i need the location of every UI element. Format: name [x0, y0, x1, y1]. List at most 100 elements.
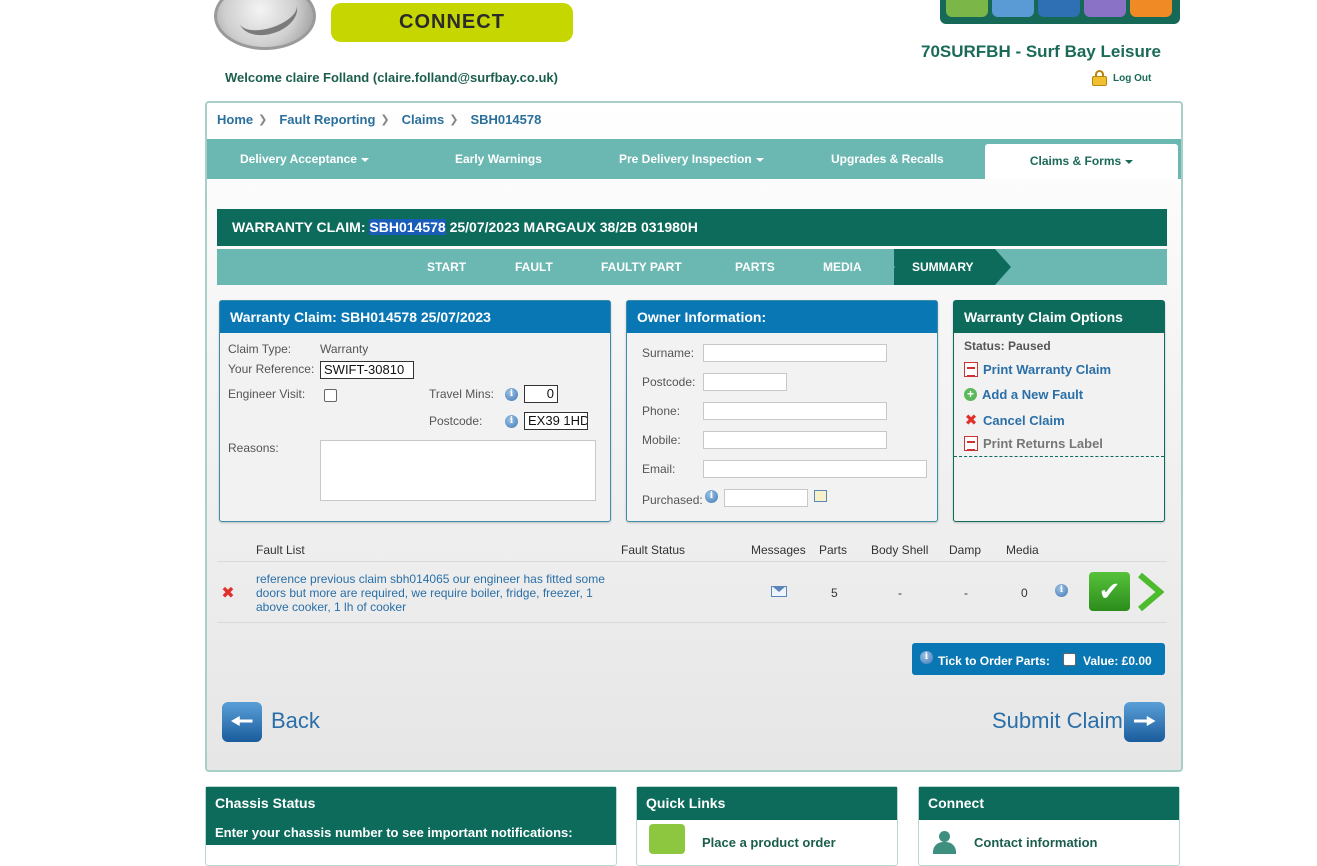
order-value: Value: £0.00 — [1083, 654, 1152, 668]
logout-link[interactable]: Log Out — [1092, 70, 1151, 86]
submit-claim-button[interactable]: Submit Claim — [992, 708, 1123, 734]
tray-icon-3[interactable] — [1038, 0, 1080, 17]
surname-input[interactable] — [703, 344, 887, 362]
caret-down-icon — [755, 157, 764, 162]
header-body-shell: Body Shell — [871, 543, 929, 557]
add-new-fault-link[interactable]: + Add a New Fault — [964, 387, 1083, 402]
step-media[interactable]: MEDIA — [823, 249, 862, 285]
header-media: Media — [1006, 543, 1039, 557]
reasons-textarea[interactable] — [320, 440, 596, 501]
breadcrumb-current[interactable]: SBH014578 — [470, 112, 541, 127]
order-parts-bar: i Tick to Order Parts: Value: £0.00 — [912, 643, 1165, 675]
claim-header-prefix: WARRANTY CLAIM: — [232, 219, 370, 235]
fault-damp: - — [964, 586, 968, 600]
chassis-status-panel: Chassis Status Enter your chassis number… — [205, 786, 617, 866]
dealer-name: 70SURFBH - Surf Bay Leisure — [921, 42, 1161, 61]
claim-type-label: Claim Type: — [228, 342, 292, 356]
owner-postcode-input[interactable] — [703, 373, 787, 391]
mobile-label: Mobile: — [642, 433, 681, 447]
claim-options-box: Warranty Claim Options Status: Paused Pr… — [953, 300, 1165, 522]
step-arrow — [995, 249, 1011, 285]
back-button[interactable]: Back — [271, 708, 320, 734]
chassis-status-title: Chassis Status — [206, 787, 616, 820]
claim-header-ref: SBH014578 — [369, 219, 446, 235]
step-arrow — [879, 249, 895, 285]
caret-down-icon — [360, 157, 369, 162]
calendar-icon[interactable] — [814, 490, 827, 502]
postcode-input[interactable]: EX39 1HD — [524, 412, 588, 430]
pdf-icon — [964, 362, 978, 377]
claim-type-value: Warranty — [320, 342, 369, 356]
info-icon[interactable]: i — [1055, 584, 1068, 597]
postcode-label: Postcode: — [429, 414, 483, 428]
order-parts-checkbox[interactable] — [1063, 653, 1076, 666]
tray-icon-4[interactable] — [1084, 0, 1126, 17]
claim-status: Status: Paused — [964, 339, 1051, 353]
tray-icon-5[interactable] — [1130, 0, 1172, 17]
quick-icon-tray — [940, 0, 1180, 24]
chevron-right-icon: ❯ — [258, 114, 268, 126]
lock-icon — [1092, 70, 1107, 86]
connect-logo: CONNECT — [331, 3, 573, 42]
nav-upgrades-recalls[interactable]: Upgrades & Recalls — [831, 139, 944, 179]
pdf-icon — [964, 436, 978, 451]
info-icon[interactable]: i — [505, 388, 518, 401]
cancel-claim-link[interactable]: ✖ Cancel Claim — [964, 411, 1065, 429]
info-icon[interactable]: i — [705, 490, 718, 503]
chevron-right-icon: ❯ — [449, 114, 459, 126]
checkmark-icon[interactable]: ✔ — [1089, 572, 1130, 611]
reasons-label: Reasons: — [228, 441, 279, 455]
travel-mins-input[interactable]: 0 — [524, 385, 558, 403]
quick-links-title: Quick Links — [637, 787, 897, 820]
order-icon — [649, 824, 685, 854]
header-messages: Messages — [751, 543, 806, 557]
nav-early-warnings[interactable]: Early Warnings — [455, 139, 542, 179]
engineer-visit-checkbox[interactable] — [324, 389, 337, 402]
breadcrumb-fault-reporting[interactable]: Fault Reporting ❯ — [279, 112, 401, 127]
fault-description-link[interactable]: reference previous claim sbh014065 our e… — [256, 572, 611, 614]
email-input[interactable] — [703, 460, 927, 478]
header-damp: Damp — [949, 543, 982, 557]
mobile-input[interactable] — [703, 431, 887, 449]
print-returns-label-link[interactable]: Print Returns Label — [964, 436, 1103, 451]
claim-steps: START FAULT FAULTY PART PARTS MEDIA SUMM… — [217, 249, 1167, 285]
envelope-icon[interactable] — [771, 586, 787, 597]
step-summary[interactable]: SUMMARY — [894, 249, 995, 285]
breadcrumb-claims[interactable]: Claims ❯ — [402, 112, 471, 127]
tray-icon-1[interactable] — [946, 0, 988, 17]
connect-title: Connect — [919, 787, 1179, 820]
surname-label: Surname: — [642, 346, 695, 360]
chevron-right-icon[interactable] — [1136, 572, 1164, 612]
place-product-order-link[interactable]: Place a product order — [702, 835, 836, 850]
nav-claims-forms[interactable]: Claims & Forms — [985, 144, 1178, 179]
info-icon[interactable]: i — [505, 415, 518, 428]
delete-fault-icon[interactable]: ✖ — [221, 583, 235, 603]
contact-information-link[interactable]: Contact information — [974, 835, 1098, 850]
logout-label: Log Out — [1113, 72, 1152, 84]
divider — [954, 456, 1164, 457]
step-parts[interactable]: PARTS — [735, 249, 775, 285]
postcode-label: Postcode: — [642, 375, 696, 389]
step-faulty-part[interactable]: FAULTY PART — [601, 249, 682, 285]
step-start[interactable]: START — [427, 249, 466, 285]
breadcrumb: Home ❯ Fault Reporting ❯ Claims ❯ SBH014578 — [217, 112, 541, 127]
claim-header: WARRANTY CLAIM: SBH014578 25/07/2023 MAR… — [217, 209, 1167, 246]
warranty-claim-title: Warranty Claim: SBH014578 25/07/2023 — [220, 301, 610, 333]
top-navigation: Delivery Acceptance Early Warnings Pre D… — [207, 139, 1181, 179]
phone-input[interactable] — [703, 402, 887, 420]
print-warranty-claim-link[interactable]: Print Warranty Claim — [964, 362, 1111, 377]
nav-delivery-acceptance[interactable]: Delivery Acceptance — [240, 139, 369, 179]
forward-arrow-icon[interactable]: 🠖 — [1124, 702, 1165, 742]
info-icon[interactable]: i — [920, 651, 933, 664]
purchased-label: Purchased: — [642, 493, 703, 507]
tray-icon-2[interactable] — [992, 0, 1034, 17]
breadcrumb-home[interactable]: Home ❯ — [217, 112, 279, 127]
row-divider — [217, 622, 1167, 623]
fault-parts-count: 5 — [831, 586, 838, 600]
nav-pre-delivery-inspection[interactable]: Pre Delivery Inspection — [619, 139, 764, 179]
header-fault-list: Fault List — [256, 543, 305, 557]
purchased-date-input[interactable] — [724, 489, 808, 507]
your-reference-input[interactable]: SWIFT-30810 — [320, 361, 414, 379]
back-arrow-icon[interactable]: 🠔 — [222, 702, 262, 742]
step-fault[interactable]: FAULT — [515, 249, 553, 285]
